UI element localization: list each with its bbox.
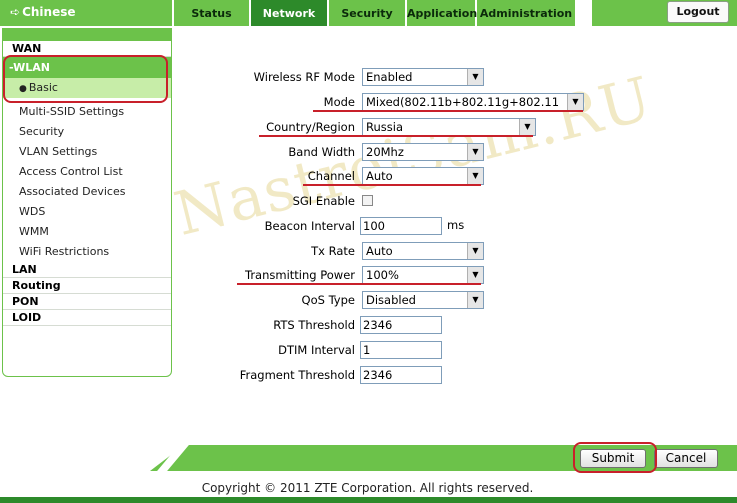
cancel-button[interactable]: Cancel — [654, 449, 718, 468]
logout-area: Logout — [592, 0, 737, 26]
chevron-down-icon: ▼ — [467, 292, 483, 308]
sidebar-item-associated-devices[interactable]: Associated Devices — [3, 182, 171, 202]
mode-label: Mode — [323, 95, 355, 109]
fragment-threshold-label: Fragment Threshold — [239, 368, 355, 382]
sidebar-item-wmm[interactable]: WMM — [3, 222, 171, 242]
sidebar-item-security[interactable]: Security — [3, 122, 171, 142]
channel-label: Channel — [307, 169, 355, 183]
row-qos-type: QoS Type Disabled ▼ — [180, 291, 600, 311]
beacon-interval-unit: ms — [447, 218, 465, 232]
row-band-width: Band Width 20Mhz ▼ — [180, 143, 600, 163]
sidebar-item-vlan-settings[interactable]: VLAN Settings — [3, 142, 171, 162]
tx-rate-select[interactable]: Auto ▼ — [362, 242, 484, 260]
band-width-select[interactable]: 20Mhz ▼ — [362, 143, 484, 161]
country-region-label: Country/Region — [266, 120, 355, 134]
fragment-threshold-input[interactable]: 2346 — [360, 366, 442, 384]
tab-application[interactable]: Application — [407, 0, 477, 26]
highlight-underline-power — [237, 283, 481, 285]
sidebar-item-wifi-restrictions[interactable]: WiFi Restrictions — [3, 242, 171, 262]
wireless-rf-mode-select[interactable]: Enabled ▼ — [362, 68, 484, 86]
sidebar-section-routing[interactable]: Routing — [3, 278, 171, 294]
band-width-label: Band Width — [288, 145, 355, 159]
sidebar-item-wds[interactable]: WDS — [3, 202, 171, 222]
transmitting-power-label: Transmitting Power — [244, 268, 355, 282]
sidebar-section-pon[interactable]: PON — [3, 294, 171, 310]
sidebar-item-multi-ssid[interactable]: Multi-SSID Settings — [3, 102, 171, 122]
chevron-down-icon: ▼ — [467, 144, 483, 160]
chevron-down-icon: ▼ — [467, 69, 483, 85]
top-navigation: ➪ Chinese Status Network Security Applica… — [0, 0, 737, 26]
logout-button[interactable]: Logout — [667, 1, 729, 23]
chevron-down-icon: ▼ — [467, 243, 483, 259]
highlight-underline-channel — [303, 184, 481, 186]
sidebar-top-strip — [3, 29, 171, 41]
row-beacon-interval: Beacon Interval 100 ms — [180, 217, 600, 237]
row-rts-threshold: RTS Threshold 2346 — [180, 316, 600, 336]
highlight-submit — [573, 442, 657, 473]
rts-threshold-label: RTS Threshold — [273, 318, 355, 332]
country-region-select[interactable]: Russia ▼ — [362, 118, 536, 136]
dtim-interval-input[interactable]: 1 — [360, 341, 442, 359]
mode-select[interactable]: Mixed(802.11b+802.11g+802.11 ▼ — [362, 93, 584, 111]
tab-administration[interactable]: Administration — [477, 0, 575, 26]
language-switch[interactable]: ➪ Chinese — [0, 0, 172, 26]
highlight-underline-country — [259, 135, 533, 137]
channel-select[interactable]: Auto ▼ — [362, 167, 484, 185]
qos-type-select[interactable]: Disabled ▼ — [362, 291, 484, 309]
row-dtim-interval: DTIM Interval 1 — [180, 341, 600, 361]
tab-security[interactable]: Security — [329, 0, 405, 26]
sgi-enable-checkbox[interactable] — [362, 195, 373, 206]
copyright-text: Copyright © 2011 ZTE Corporation. All ri… — [201, 481, 534, 495]
main-tabs: Status Network Security Application Admi… — [174, 0, 577, 26]
sgi-enable-label: SGI Enable — [292, 194, 355, 208]
sidebar-section-lan[interactable]: LAN — [3, 262, 171, 278]
row-fragment-threshold: Fragment Threshold 2346 — [180, 366, 600, 386]
row-tx-rate: Tx Rate Auto ▼ — [180, 242, 600, 262]
beacon-interval-input[interactable]: 100 — [360, 217, 442, 235]
row-wireless-rf-mode: Wireless RF Mode Enabled ▼ — [180, 68, 600, 88]
highlight-wlan-basic — [3, 55, 168, 103]
highlight-underline-mode — [313, 110, 583, 112]
wireless-rf-mode-label: Wireless RF Mode — [253, 70, 355, 84]
sidebar-section-loid[interactable]: LOID — [3, 310, 171, 326]
tab-status[interactable]: Status — [174, 0, 249, 26]
chevron-down-icon: ▼ — [567, 94, 583, 110]
chevron-down-icon: ▼ — [519, 119, 535, 135]
chevron-down-icon: ▼ — [467, 168, 483, 184]
beacon-interval-label: Beacon Interval — [264, 219, 355, 233]
dtim-interval-label: DTIM Interval — [278, 343, 355, 357]
sidebar-item-access-control-list[interactable]: Access Control List — [3, 162, 171, 182]
tab-network[interactable]: Network — [251, 0, 327, 26]
footer-line — [0, 497, 737, 503]
language-label: Chinese — [22, 5, 76, 19]
transmitting-power-select[interactable]: 100% ▼ — [362, 266, 484, 284]
row-sgi-enable: SGI Enable — [180, 192, 600, 212]
tx-rate-label: Tx Rate — [311, 244, 355, 258]
qos-type-label: QoS Type — [301, 293, 355, 307]
rts-threshold-input[interactable]: 2346 — [360, 316, 442, 334]
arrow-right-icon: ➪ — [10, 5, 21, 19]
chevron-down-icon: ▼ — [467, 267, 483, 283]
